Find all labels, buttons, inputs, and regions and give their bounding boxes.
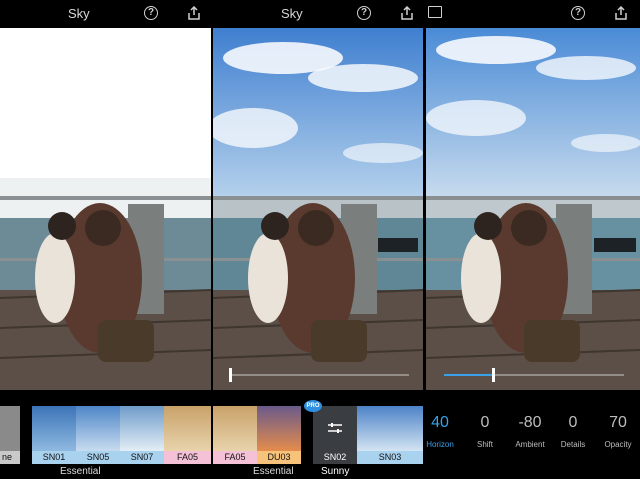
adjust-value: 70 — [609, 414, 627, 431]
photo-preview — [0, 28, 211, 390]
adjust-label: Shift — [476, 440, 493, 449]
preset-thumb-fa05[interactable]: FA05 — [164, 406, 211, 464]
screen-title: Sky — [281, 6, 303, 21]
editor-panel-3: ? 40 Horizon 0 Shift -80 Ambient 0 Detai… — [426, 0, 640, 479]
preset-strip: FA05 DU03 Essential SN02 PRO Sunny SN03 — [213, 400, 423, 479]
slider-handle[interactable] — [229, 368, 232, 382]
adjust-ambient[interactable]: -80 Ambient — [510, 414, 550, 449]
preset-thumb-sn07[interactable]: SN07 — [120, 406, 164, 464]
adjust-slider[interactable] — [229, 368, 409, 382]
adjust-slider[interactable] — [444, 368, 624, 382]
help-icon[interactable]: ? — [144, 6, 158, 20]
category-label: Essential — [253, 466, 294, 477]
share-icon[interactable] — [400, 6, 414, 20]
editor-panel-2: Sky ? FA05 DU03 Essential SN02 PRO Sunny… — [213, 0, 423, 479]
share-icon[interactable] — [614, 6, 628, 20]
photo-preview — [213, 28, 423, 390]
editor-panel-1: Sky ? ne SN01 SN05 SN07 FA05 Essential — [0, 0, 211, 479]
help-icon[interactable]: ? — [357, 6, 371, 20]
pro-badge: PRO — [304, 400, 322, 412]
adjust-label: Ambient — [515, 440, 545, 449]
adjust-value: 0 — [568, 414, 578, 431]
screen-title: Sky — [68, 6, 90, 21]
adjust-value: -80 — [518, 414, 542, 431]
adjust-details[interactable]: 0 Details — [558, 414, 588, 449]
top-bar: Sky ? — [213, 0, 423, 28]
photo-preview — [426, 28, 640, 390]
adjust-horizon[interactable]: 40 Horizon — [426, 414, 454, 449]
sliders-icon — [328, 423, 342, 433]
preset-thumb-sn01[interactable]: SN01 — [32, 406, 76, 464]
adjust-shift[interactable]: 0 Shift — [470, 414, 500, 449]
category-label: Essential — [60, 466, 101, 477]
adjust-label: Details — [560, 440, 586, 449]
share-icon[interactable] — [187, 6, 201, 20]
help-icon[interactable]: ? — [571, 6, 585, 20]
preset-thumb-du03[interactable]: DU03 — [257, 406, 301, 464]
adjustments-bar: 40 Horizon 0 Shift -80 Ambient 0 Details… — [426, 400, 640, 479]
preset-thumb-fa05[interactable]: FA05 — [213, 406, 257, 464]
slider-handle[interactable] — [492, 368, 495, 382]
preset-thumb-sn02-selected[interactable]: SN02 — [313, 406, 357, 464]
preset-thumb-sn03[interactable]: SN03 — [357, 406, 423, 464]
preset-thumb-sn05[interactable]: SN05 — [76, 406, 120, 464]
preset-strip: ne SN01 SN05 SN07 FA05 Essential — [0, 400, 211, 479]
adjust-label: Opacity — [604, 440, 632, 449]
adjust-label: Horizon — [426, 440, 454, 449]
selected-category-label: Sunny — [321, 466, 350, 477]
top-bar: Sky ? — [0, 0, 211, 28]
adjust-value: 0 — [480, 414, 490, 431]
photo-icon[interactable] — [428, 6, 442, 18]
adjust-value: 40 — [431, 414, 449, 431]
adjust-opacity[interactable]: 70 Opacity — [600, 414, 636, 449]
top-bar: ? — [426, 0, 640, 28]
preset-thumb[interactable]: ne — [0, 406, 20, 464]
